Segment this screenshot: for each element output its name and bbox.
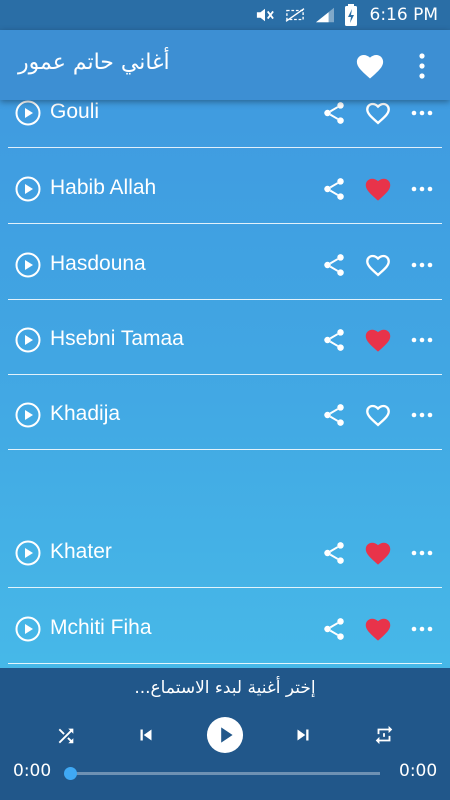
seek-bar[interactable] (64, 767, 380, 780)
row-divider (8, 587, 442, 588)
more-horizontal-icon[interactable] (411, 549, 433, 557)
heart-filled-icon[interactable] (364, 176, 392, 202)
status-bar: 6:16 PM (0, 0, 450, 30)
row-divider (8, 223, 442, 224)
song-title: Hasdouna (50, 252, 146, 275)
share-icon[interactable] (321, 540, 347, 566)
more-horizontal-icon[interactable] (411, 336, 433, 344)
song-title: Khater (50, 540, 112, 563)
heart-filled-icon[interactable] (364, 540, 392, 566)
heart-outline-icon[interactable] (364, 100, 392, 126)
battery-charging-icon (344, 4, 357, 26)
mute-icon (256, 8, 274, 22)
row-divider (8, 374, 442, 375)
shuffle-icon[interactable] (55, 725, 77, 747)
heart-filled-icon[interactable] (364, 327, 392, 353)
song-title: Gouli (50, 100, 100, 123)
play-circle-icon[interactable] (15, 252, 41, 278)
row-divider (8, 299, 442, 300)
heart-outline-icon[interactable] (364, 402, 392, 428)
song-list[interactable]: Gouli Habib Allah Hasdouna Hsebni Tamaa Khad… (0, 100, 450, 668)
repeat-icon[interactable] (373, 724, 395, 746)
row-divider (8, 663, 442, 664)
app-bar: أغاني حاتم عمور (0, 30, 450, 100)
status-time: 6:16 PM (369, 5, 439, 25)
song-row[interactable]: Gouli (0, 100, 450, 148)
play-circle-icon[interactable] (15, 327, 41, 353)
no-sim-icon (285, 8, 304, 22)
play-button[interactable] (206, 716, 244, 754)
share-icon[interactable] (321, 100, 347, 126)
signal-icon (315, 7, 334, 23)
more-horizontal-icon[interactable] (411, 109, 433, 117)
current-time: 0:00 (13, 761, 52, 781)
total-time: 0:00 (399, 761, 438, 781)
share-icon[interactable] (321, 616, 347, 642)
share-icon[interactable] (321, 252, 347, 278)
heart-outline-icon[interactable] (364, 252, 392, 278)
play-circle-icon[interactable] (15, 540, 41, 566)
more-horizontal-icon[interactable] (411, 185, 433, 193)
song-title: Hsebni Tamaa (50, 327, 184, 350)
row-divider (8, 449, 442, 450)
song-title: Khadija (50, 402, 121, 425)
share-icon[interactable] (321, 176, 347, 202)
more-horizontal-icon[interactable] (411, 625, 433, 633)
player-status-text: إختر أغنية لبدء الاستماع... (134, 678, 316, 698)
song-row[interactable]: Mchiti Fiha (0, 590, 450, 664)
heart-filled-icon[interactable] (364, 616, 392, 642)
app-title: أغاني حاتم عمور (18, 50, 170, 75)
row-divider (8, 147, 442, 148)
next-track-icon[interactable] (292, 724, 314, 746)
share-icon[interactable] (321, 327, 347, 353)
song-title: Habib Allah (50, 176, 157, 199)
play-circle-icon[interactable] (15, 402, 41, 428)
more-horizontal-icon[interactable] (411, 261, 433, 269)
song-title: Mchiti Fiha (50, 616, 152, 639)
favorites-heart-icon[interactable] (355, 52, 385, 80)
song-row[interactable]: Hsebni Tamaa (0, 301, 450, 375)
seek-thumb[interactable] (64, 767, 77, 780)
share-icon[interactable] (321, 402, 347, 428)
song-row[interactable]: Khadija (0, 376, 450, 450)
song-row[interactable]: Hasdouna (0, 226, 450, 300)
play-circle-icon[interactable] (15, 176, 41, 202)
song-row[interactable]: Habib Allah (0, 150, 450, 224)
song-row[interactable]: Khater (0, 514, 450, 588)
player-bar: إختر أغنية لبدء الاستماع... 0:00 0:00 (0, 668, 450, 800)
previous-track-icon[interactable] (135, 724, 157, 746)
play-circle-icon[interactable] (15, 100, 41, 126)
play-circle-icon[interactable] (15, 616, 41, 642)
more-vertical-icon[interactable] (412, 52, 432, 80)
more-horizontal-icon[interactable] (411, 411, 433, 419)
